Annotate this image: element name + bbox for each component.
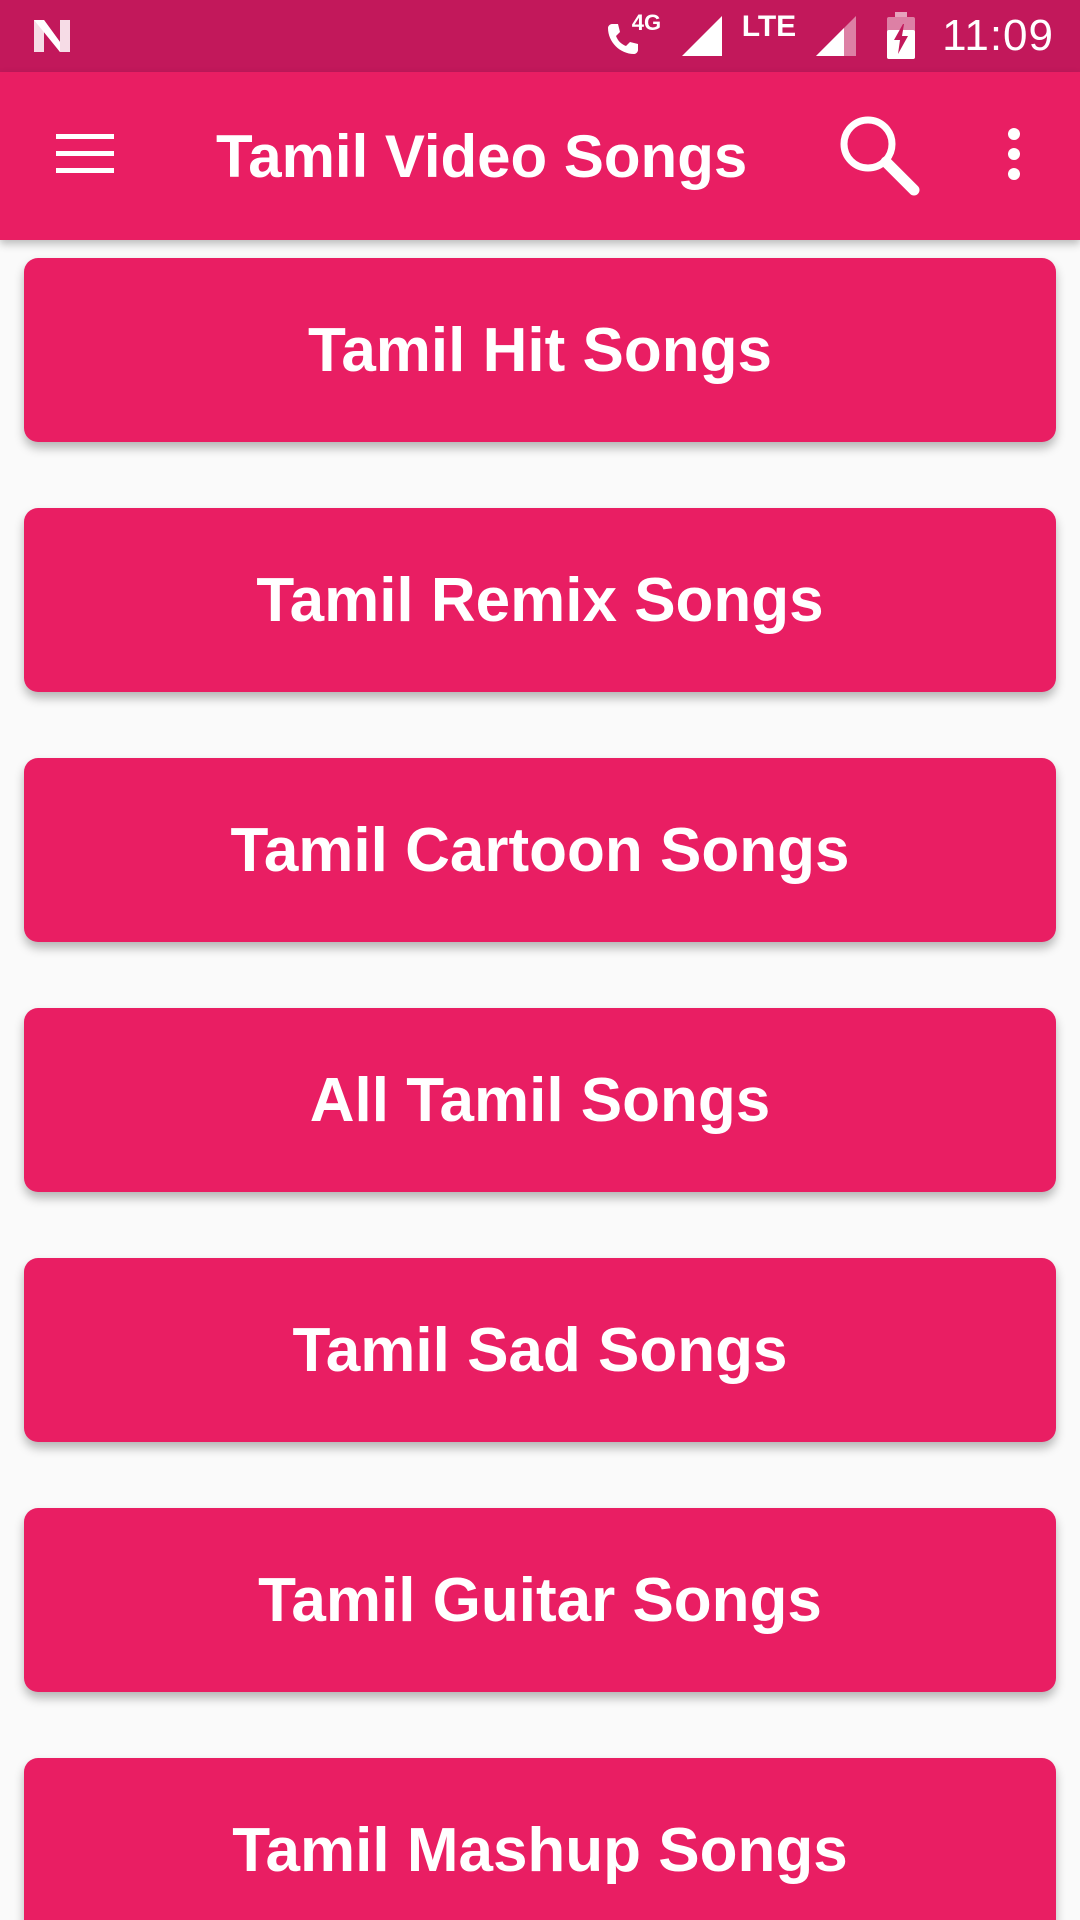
battery-charging-icon bbox=[886, 12, 916, 60]
page-title: Tamil Video Songs bbox=[216, 123, 748, 190]
wifi-call-icon: 4G bbox=[604, 10, 661, 58]
search-button[interactable] bbox=[826, 108, 930, 204]
network-badge: 4G bbox=[631, 10, 662, 35]
category-button-tamil-guitar-songs[interactable]: Tamil Guitar Songs bbox=[24, 1508, 1056, 1692]
category-button-tamil-cartoon-songs[interactable]: Tamil Cartoon Songs bbox=[24, 758, 1056, 942]
more-vert-icon bbox=[1006, 127, 1022, 186]
category-label: Tamil Hit Songs bbox=[308, 315, 772, 385]
category-list[interactable]: Tamil Hit Songs Tamil Remix Songs Tamil … bbox=[0, 240, 1080, 1920]
status-time: 11:09 bbox=[942, 11, 1054, 60]
menu-button[interactable] bbox=[40, 116, 130, 196]
category-button-tamil-sad-songs[interactable]: Tamil Sad Songs bbox=[24, 1258, 1056, 1442]
more-options-button[interactable] bbox=[984, 116, 1044, 196]
signal-icon bbox=[680, 14, 724, 58]
category-button-tamil-hit-songs[interactable]: Tamil Hit Songs bbox=[24, 258, 1056, 442]
category-label: Tamil Sad Songs bbox=[292, 1315, 788, 1385]
status-bar: 4G LTE 11:09 bbox=[0, 0, 1080, 72]
n-logo-icon bbox=[30, 16, 74, 56]
category-button-tamil-mashup-songs[interactable]: Tamil Mashup Songs bbox=[24, 1758, 1056, 1920]
category-label: Tamil Cartoon Songs bbox=[230, 815, 850, 885]
category-button-all-tamil-songs[interactable]: All Tamil Songs bbox=[24, 1008, 1056, 1192]
carrier-type: LTE bbox=[741, 10, 797, 43]
app-bar: Tamil Video Songs bbox=[0, 72, 1080, 240]
category-label: Tamil Remix Songs bbox=[256, 565, 824, 635]
category-button-tamil-remix-songs[interactable]: Tamil Remix Songs bbox=[24, 508, 1056, 692]
search-icon bbox=[836, 112, 920, 201]
hamburger-menu-icon bbox=[56, 133, 114, 179]
signal-partial-icon bbox=[814, 14, 858, 58]
category-label: All Tamil Songs bbox=[309, 1065, 771, 1135]
category-label: Tamil Mashup Songs bbox=[232, 1815, 848, 1885]
category-label: Tamil Guitar Songs bbox=[258, 1565, 822, 1635]
